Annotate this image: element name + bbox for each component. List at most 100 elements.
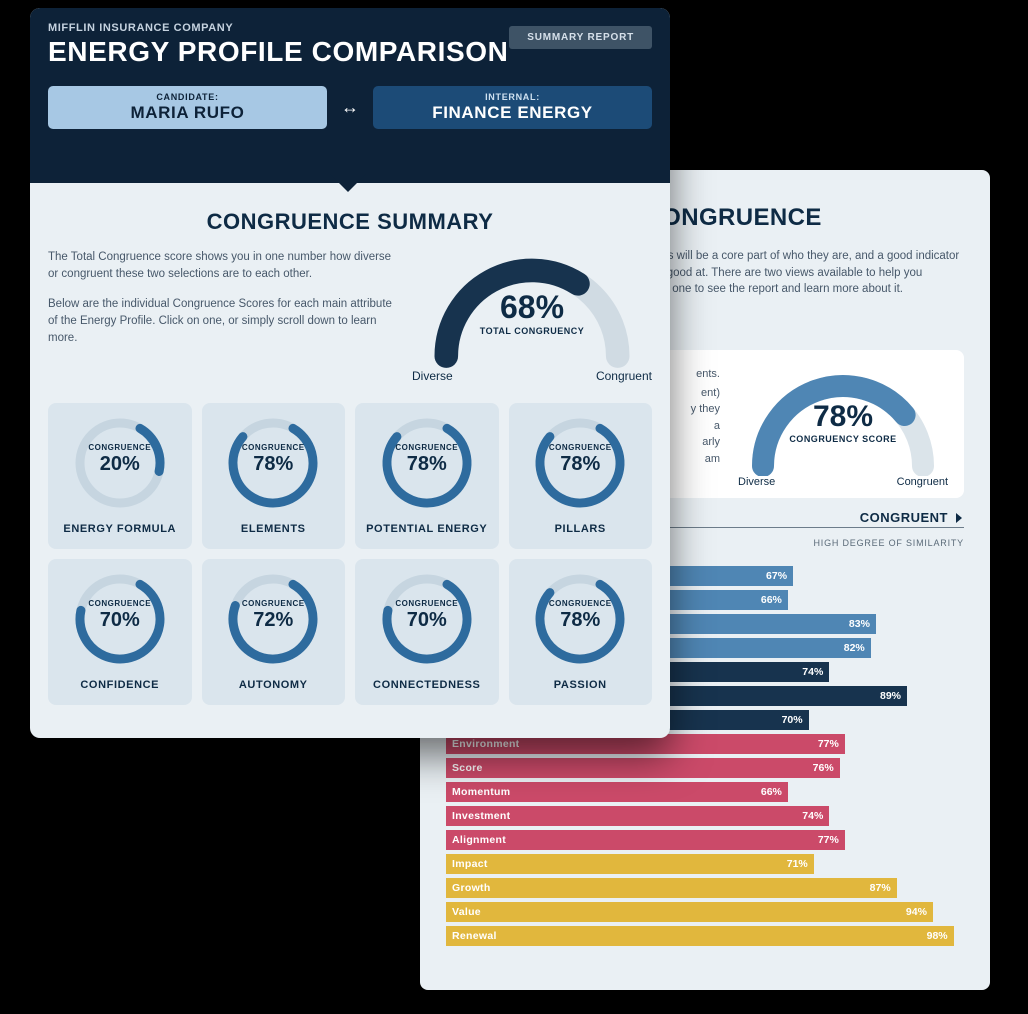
donut-label: CONGRUENCE bbox=[227, 443, 319, 452]
summary-description: The Total Congruence score shows you in … bbox=[48, 249, 392, 383]
donut-value: 78% bbox=[534, 609, 626, 632]
front-panel: MIFFLIN INSURANCE COMPANY ENERGY PROFILE… bbox=[30, 8, 670, 738]
congruence-card[interactable]: CONGRUENCE 78% PASSION bbox=[509, 559, 653, 705]
compare-row: CANDIDATE: MARIA RUFO ↔ INTERNAL: FINANC… bbox=[48, 86, 652, 129]
congruence-card[interactable]: CONGRUENCE 70% CONNECTEDNESS bbox=[355, 559, 499, 705]
bar-value: 98% bbox=[927, 930, 948, 942]
front-body: CONGRUENCE SUMMARY The Total Congruence … bbox=[30, 183, 670, 723]
bar-row[interactable]: Impact 71% bbox=[446, 854, 964, 874]
bar-name: Environment bbox=[452, 738, 519, 750]
bar-row[interactable]: Momentum 66% bbox=[446, 782, 964, 802]
bar-name: Renewal bbox=[452, 930, 497, 942]
bar-value: 82% bbox=[844, 642, 865, 654]
summary-para-2: Below are the individual Congruence Scor… bbox=[48, 296, 392, 348]
donut-chart: CONGRUENCE 78% bbox=[227, 417, 319, 509]
bar-name: Alignment bbox=[452, 834, 506, 846]
card-title: PASSION bbox=[554, 679, 607, 691]
bar-value: 89% bbox=[880, 690, 901, 702]
swap-icon[interactable]: ↔ bbox=[341, 97, 359, 118]
congruence-card[interactable]: CONGRUENCE 78% POTENTIAL ENERGY bbox=[355, 403, 499, 549]
bar-value: 66% bbox=[761, 594, 782, 606]
congruence-card[interactable]: CONGRUENCE 20% ENERGY FORMULA bbox=[48, 403, 192, 549]
bar-value: 77% bbox=[818, 834, 839, 846]
donut-label: CONGRUENCE bbox=[381, 599, 473, 608]
bar-value: 74% bbox=[802, 666, 823, 678]
donut-value: 78% bbox=[227, 453, 319, 476]
front-header: MIFFLIN INSURANCE COMPANY ENERGY PROFILE… bbox=[30, 8, 670, 183]
bar-value: 70% bbox=[782, 714, 803, 726]
bar-value: 67% bbox=[766, 570, 787, 582]
bar-value: 94% bbox=[906, 906, 927, 918]
card-title: CONNECTEDNESS bbox=[373, 679, 480, 691]
chevron-right-icon bbox=[954, 513, 964, 523]
donut-label: CONGRUENCE bbox=[74, 443, 166, 452]
back-gauge-pct: 78% bbox=[738, 400, 948, 434]
gauge-end-congruent: Congruent bbox=[897, 476, 948, 488]
donut-chart: CONGRUENCE 70% bbox=[381, 573, 473, 665]
donut-chart: CONGRUENCE 70% bbox=[74, 573, 166, 665]
donut-label: CONGRUENCE bbox=[534, 599, 626, 608]
bar-value: 76% bbox=[813, 762, 834, 774]
card-title: PILLARS bbox=[555, 523, 606, 535]
bar-row[interactable]: Growth 87% bbox=[446, 878, 964, 898]
donut-chart: CONGRUENCE 78% bbox=[381, 417, 473, 509]
donut-label: CONGRUENCE bbox=[534, 443, 626, 452]
card-title: CONFIDENCE bbox=[80, 679, 159, 691]
bar-name: Impact bbox=[452, 858, 488, 870]
donut-value: 20% bbox=[74, 453, 166, 476]
congruence-cards-grid: CONGRUENCE 20% ENERGY FORMULA CONGRUENCE… bbox=[48, 403, 652, 705]
gauge-end-congruent: Congruent bbox=[596, 369, 652, 383]
bar-row[interactable]: Investment 74% bbox=[446, 806, 964, 826]
bar-name: Investment bbox=[452, 810, 510, 822]
bar-value: 74% bbox=[802, 810, 823, 822]
gauge-end-diverse: Diverse bbox=[412, 369, 453, 383]
donut-chart: CONGRUENCE 78% bbox=[534, 417, 626, 509]
total-gauge-pct: 68% bbox=[412, 289, 652, 326]
donut-chart: CONGRUENCE 72% bbox=[227, 573, 319, 665]
total-congruency-gauge: 68% TOTAL CONGRUENCY Diverse Congruent bbox=[412, 249, 652, 383]
donut-chart: CONGRUENCE 78% bbox=[534, 573, 626, 665]
total-gauge-label: TOTAL CONGRUENCY bbox=[412, 326, 652, 336]
congruency-score-gauge: 78% CONGRUENCY SCORE Diverse Congruent bbox=[738, 366, 948, 488]
bar-row[interactable]: Renewal 98% bbox=[446, 926, 964, 946]
donut-label: CONGRUENCE bbox=[74, 599, 166, 608]
summary-report-button[interactable]: SUMMARY REPORT bbox=[509, 26, 652, 49]
scale-sub: HIGH DEGREE OF SIMILARITY bbox=[813, 538, 964, 548]
donut-value: 70% bbox=[74, 609, 166, 632]
back-gauge-label: CONGRUENCY SCORE bbox=[738, 434, 948, 444]
card-title: ENERGY FORMULA bbox=[63, 523, 176, 535]
header-pointer-icon bbox=[330, 174, 366, 192]
candidate-name: MARIA RUFO bbox=[48, 103, 327, 123]
candidate-card[interactable]: CANDIDATE: MARIA RUFO bbox=[48, 86, 327, 129]
bar-row[interactable]: Value 94% bbox=[446, 902, 964, 922]
congruence-summary-title: CONGRUENCE SUMMARY bbox=[48, 209, 652, 235]
donut-chart: CONGRUENCE 20% bbox=[74, 417, 166, 509]
bar-name: Momentum bbox=[452, 786, 510, 798]
donut-label: CONGRUENCE bbox=[381, 443, 473, 452]
candidate-label: CANDIDATE: bbox=[48, 92, 327, 102]
donut-value: 78% bbox=[534, 453, 626, 476]
donut-value: 70% bbox=[381, 609, 473, 632]
bar-value: 71% bbox=[787, 858, 808, 870]
bar-row[interactable]: Score 76% bbox=[446, 758, 964, 778]
bar-name: Value bbox=[452, 906, 481, 918]
bar-row[interactable]: Alignment 77% bbox=[446, 830, 964, 850]
card-title: POTENTIAL ENERGY bbox=[366, 523, 487, 535]
donut-value: 72% bbox=[227, 609, 319, 632]
card-title: ELEMENTS bbox=[241, 523, 306, 535]
bar-value: 87% bbox=[870, 882, 891, 894]
gauge-end-diverse: Diverse bbox=[738, 476, 775, 488]
congruence-card[interactable]: CONGRUENCE 78% ELEMENTS bbox=[202, 403, 346, 549]
summary-para-1: The Total Congruence score shows you in … bbox=[48, 249, 392, 284]
congruence-card[interactable]: CONGRUENCE 78% PILLARS bbox=[509, 403, 653, 549]
congruence-card[interactable]: CONGRUENCE 72% AUTONOMY bbox=[202, 559, 346, 705]
card-title: AUTONOMY bbox=[239, 679, 308, 691]
congruence-card[interactable]: CONGRUENCE 70% CONFIDENCE bbox=[48, 559, 192, 705]
internal-name: FINANCE ENERGY bbox=[373, 103, 652, 123]
donut-label: CONGRUENCE bbox=[227, 599, 319, 608]
bar-value: 77% bbox=[818, 738, 839, 750]
bar-value: 83% bbox=[849, 618, 870, 630]
internal-card[interactable]: INTERNAL: FINANCE ENERGY bbox=[373, 86, 652, 129]
donut-value: 78% bbox=[381, 453, 473, 476]
bar-name: Growth bbox=[452, 882, 491, 894]
